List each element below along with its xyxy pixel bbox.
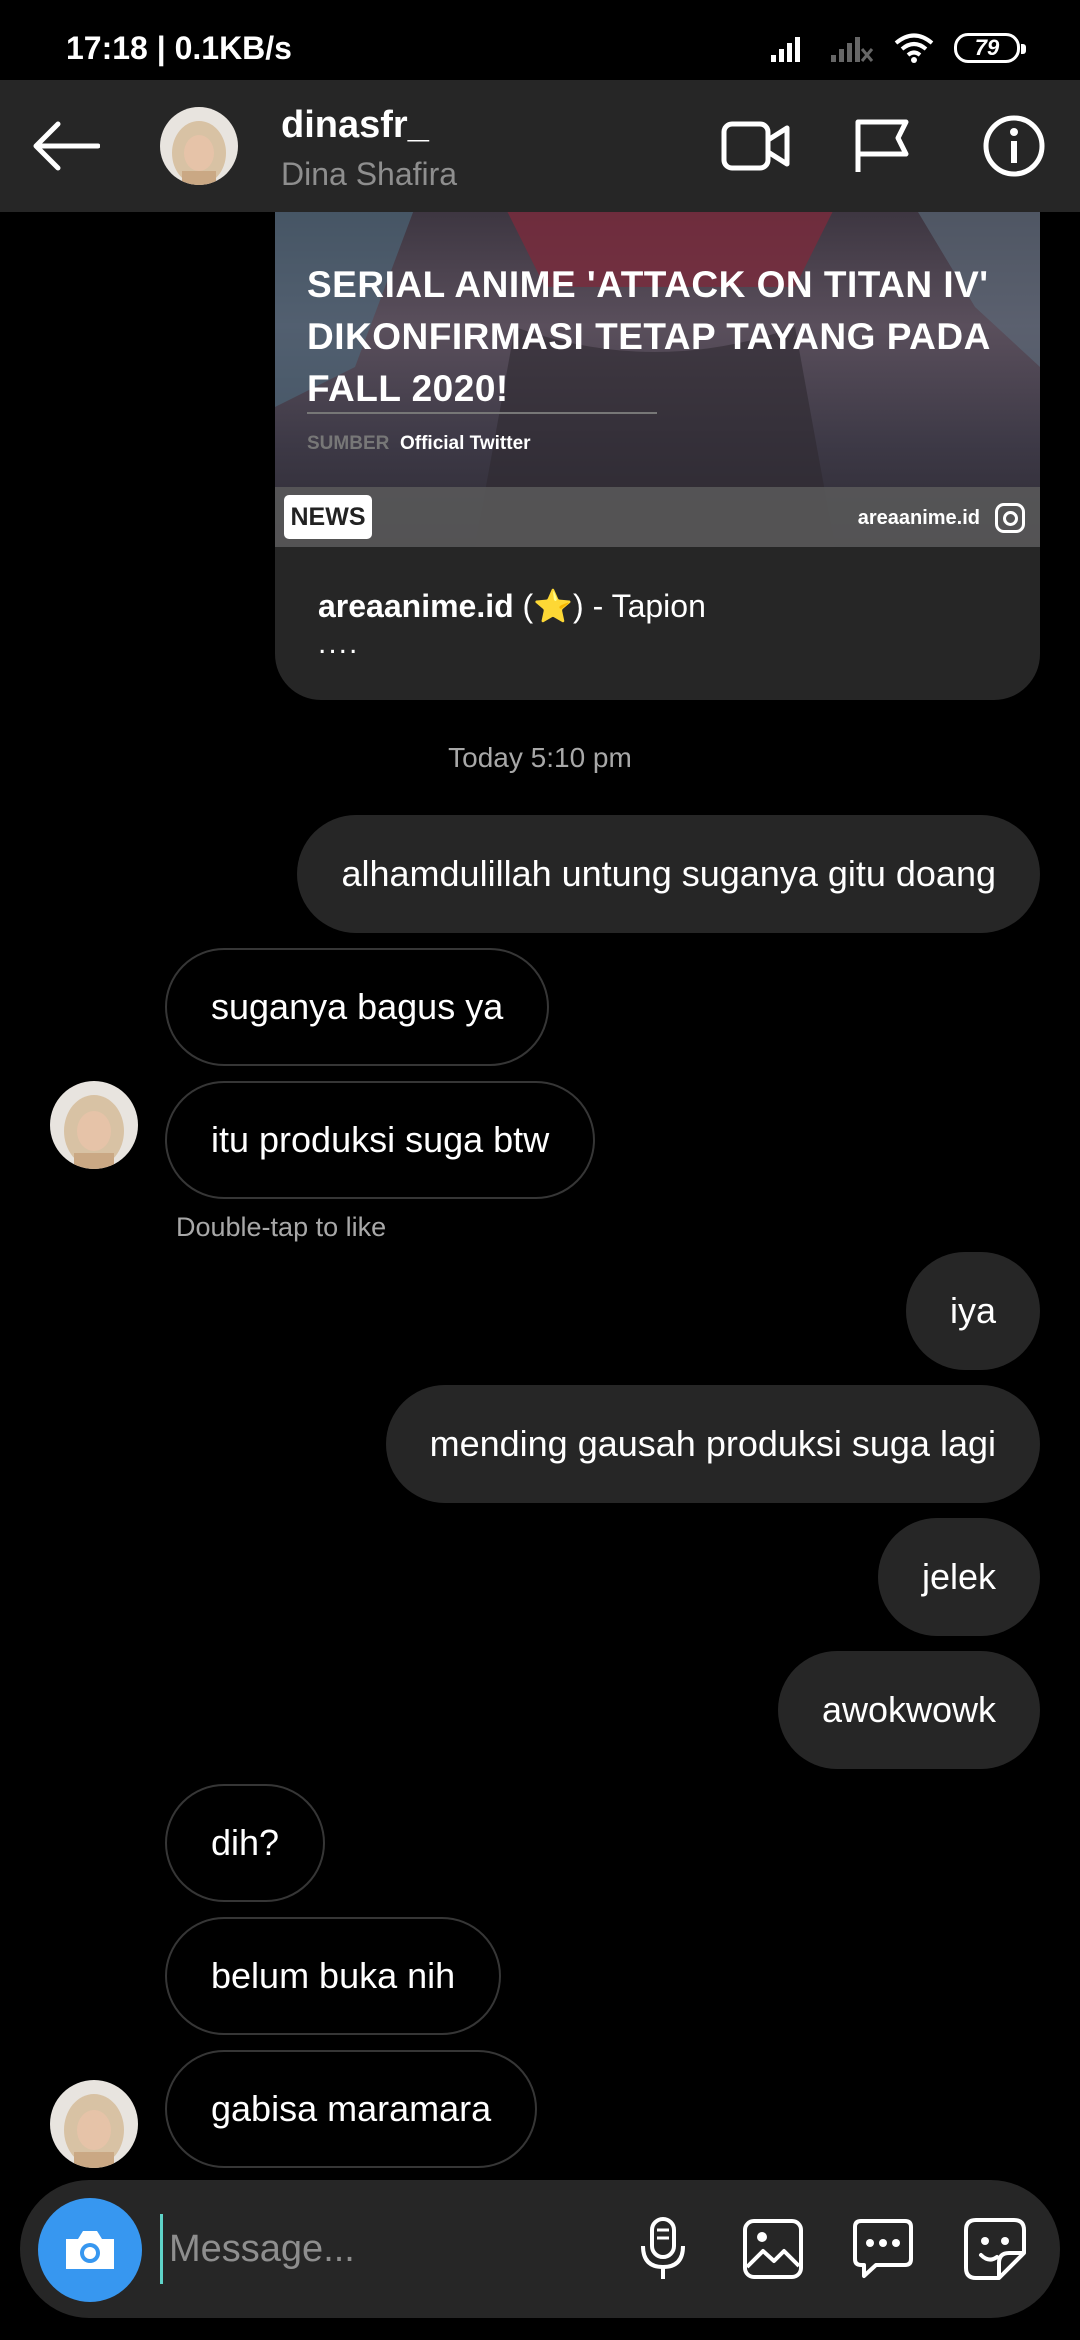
info-icon xyxy=(983,115,1045,177)
sender-avatar[interactable] xyxy=(50,1081,138,1169)
post-headline: SERIAL ANIME 'ATTACK ON TITAN IV' DIKONF… xyxy=(307,264,990,409)
instagram-logo-icon xyxy=(995,503,1025,533)
shared-post-card[interactable]: SERIAL ANIME 'ATTACK ON TITAN IV' DIKONF… xyxy=(275,212,1040,700)
avatar-image xyxy=(50,1081,138,1169)
divider xyxy=(307,412,657,414)
camera-button[interactable] xyxy=(38,2198,142,2302)
image-icon xyxy=(743,2219,803,2279)
sticker-button[interactable] xyxy=(960,2214,1030,2284)
avatar[interactable] xyxy=(160,107,238,185)
video-camera-icon xyxy=(721,121,790,171)
video-call-button[interactable] xyxy=(716,106,796,186)
battery-indicator: 79 xyxy=(954,33,1026,63)
post-caption-more: .... xyxy=(318,627,360,660)
signal-icon xyxy=(771,37,800,62)
message-composer xyxy=(20,2180,1060,2318)
double-tap-hint: Double-tap to like xyxy=(176,1212,387,1242)
post-caption: areaanime.id (⭐) - Tapion xyxy=(318,587,706,625)
status-time: 17:18 | 0.1KB/s xyxy=(66,30,292,66)
post-source-value: Official Twitter xyxy=(400,433,531,454)
post-caption-account[interactable]: areaanime.id xyxy=(318,588,514,624)
message-bubble-sent[interactable]: alhamdulillah untung suganya gitu doang xyxy=(297,815,1040,933)
status-bar: 17:18 | 0.1KB/s 79 xyxy=(0,0,1080,80)
avatar-image xyxy=(50,2080,138,2168)
sticker-icon xyxy=(964,2218,1026,2280)
post-site-label: areaanime.id xyxy=(857,507,980,529)
message-bubble-sent[interactable]: mending gausah produksi suga lagi xyxy=(385,1385,1040,1503)
avatar-image xyxy=(160,107,238,185)
message-input[interactable] xyxy=(160,2214,610,2284)
message-bubble-received[interactable]: belum buka nih xyxy=(165,1917,502,2035)
chat-header: dinasfr_ Dina Shafira xyxy=(0,80,1080,212)
message-bubble-sent[interactable]: jelek xyxy=(877,1518,1040,1636)
report-button[interactable] xyxy=(842,106,922,186)
message-timestamp: Today 5:10 pm xyxy=(448,742,632,773)
news-badge: NEWS xyxy=(284,495,372,539)
message-bubble-sent[interactable]: awokwowk xyxy=(777,1651,1040,1769)
header-username[interactable]: dinasfr_ xyxy=(281,104,429,147)
message-bubble-received[interactable]: gabisa maramara xyxy=(165,2050,538,2168)
arrow-left-icon xyxy=(33,121,100,171)
message-thread[interactable]: SERIAL ANIME 'ATTACK ON TITAN IV' DIKONF… xyxy=(0,212,1080,2172)
signal-no-service-icon xyxy=(831,37,874,62)
status-icons: 79 xyxy=(770,28,1026,68)
sender-avatar[interactable] xyxy=(50,2080,138,2168)
microphone-icon xyxy=(641,2217,685,2279)
shared-post-image[interactable]: SERIAL ANIME 'ATTACK ON TITAN IV' DIKONF… xyxy=(275,212,1040,547)
info-button[interactable] xyxy=(974,106,1054,186)
camera-icon xyxy=(66,2231,114,2269)
voice-message-button[interactable] xyxy=(628,2214,698,2284)
post-caption-text: (⭐) - Tapion xyxy=(513,588,706,624)
wifi-icon xyxy=(894,33,934,63)
message-bubble-received[interactable]: itu produksi suga btw xyxy=(165,1081,596,1199)
back-button[interactable] xyxy=(28,106,104,186)
gallery-button[interactable] xyxy=(738,2214,808,2284)
quick-reply-button[interactable] xyxy=(848,2214,918,2284)
post-source-label: SUMBER xyxy=(307,433,390,454)
message-bubble-received[interactable]: suganya bagus ya xyxy=(165,948,550,1066)
message-bubble-sent[interactable]: iya xyxy=(905,1252,1040,1370)
chat-bubble-icon xyxy=(853,2219,913,2278)
flag-icon xyxy=(855,119,909,172)
message-bubble-received[interactable]: dih? xyxy=(165,1784,326,1902)
header-display-name: Dina Shafira xyxy=(281,156,458,192)
